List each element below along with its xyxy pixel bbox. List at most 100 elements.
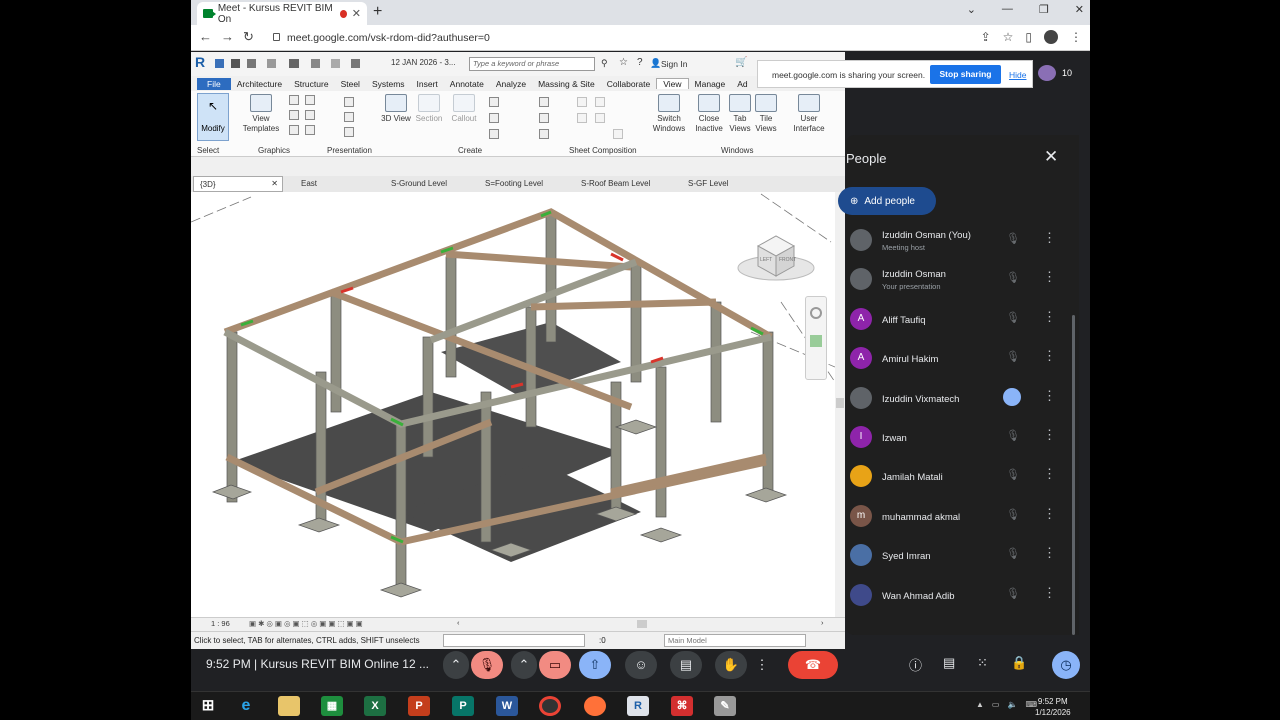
reload-icon[interactable]: ↻ — [243, 29, 254, 45]
timer-icon[interactable]: ◷ — [1052, 651, 1080, 679]
mic-muted-icon[interactable]: 🎙 — [1006, 271, 1020, 285]
drafting-icon[interactable] — [489, 129, 499, 139]
view-tab-ground-level[interactable]: S-Ground Level — [391, 179, 447, 188]
participant-more-icon[interactable]: ⋮ — [1043, 506, 1056, 522]
participant-row[interactable]: Syed Imran 🎙 ⋮ — [846, 537, 1066, 576]
close-inactive-button[interactable]: Close Inactive — [691, 94, 727, 134]
browser-tab[interactable]: Meet - Kursus REVIT BIM On ✕ — [197, 2, 367, 25]
mic-muted-icon[interactable]: 🎙 — [1006, 508, 1020, 522]
star-icon[interactable]: ☆ — [619, 57, 628, 68]
horizontal-scroll-thumb[interactable] — [637, 620, 647, 628]
activities-icon[interactable]: ⁙ — [977, 655, 988, 671]
captions-button[interactable]: ▤ — [670, 651, 702, 679]
mic-muted-icon[interactable]: 🎙 — [1006, 429, 1020, 443]
quick-access-icons[interactable] — [215, 57, 375, 71]
menu-insert[interactable]: Insert — [411, 79, 444, 89]
view-tab-3d[interactable]: {3D} ✕ — [193, 176, 283, 192]
present-screen-button[interactable]: ⇧ — [579, 651, 611, 679]
camera-off-button[interactable]: ▭ — [539, 651, 571, 679]
back-icon[interactable]: ← — [199, 29, 212, 44]
view-control-icons[interactable]: ▣✱◎▣◎▣⬚◎▣▣⬚▣▣ — [249, 619, 365, 628]
mic-muted-icon[interactable]: 🎙 — [1006, 547, 1020, 561]
mic-muted-icon[interactable]: 🎙 — [1006, 587, 1020, 601]
elevation-icon[interactable] — [489, 113, 499, 123]
cut-profile-icon[interactable] — [289, 125, 299, 135]
revit-logo[interactable]: R — [195, 54, 205, 70]
meeting-info-icon[interactable]: ⓘ — [909, 655, 922, 674]
menu-kebab-icon[interactable]: ⋮ — [1070, 30, 1082, 44]
tray-chevron-icon[interactable]: ▲ — [976, 700, 984, 709]
zoom-icon[interactable] — [810, 335, 822, 347]
audio-options-chevron-icon[interactable]: ⌃ — [443, 651, 469, 679]
network-icon[interactable]: ▭ — [992, 700, 1000, 709]
mic-off-button[interactable]: 🎙 — [471, 651, 503, 679]
revisions-icon[interactable] — [595, 113, 605, 123]
bookmark-star-icon[interactable]: ☆ — [1003, 30, 1014, 44]
scroll-thumb[interactable] — [836, 398, 844, 408]
render-icon[interactable] — [305, 125, 315, 135]
close-view-icon[interactable]: ✕ — [271, 179, 278, 188]
menu-view[interactable]: View — [656, 78, 689, 89]
participant-row[interactable]: A Aliff Taufiq 🎙 ⋮ — [846, 301, 1066, 340]
close-tab-icon[interactable]: ✕ — [352, 7, 361, 20]
participant-more-icon[interactable]: ⋮ — [1043, 309, 1056, 325]
legends-icon[interactable] — [539, 113, 549, 123]
panel-scrollbar[interactable] — [1072, 315, 1075, 635]
stop-sharing-button[interactable]: Stop sharing — [930, 65, 1001, 84]
thin-lines-icon[interactable] — [289, 110, 299, 120]
menu-annotate[interactable]: Annotate — [444, 79, 490, 89]
spreadsheet-app-icon[interactable]: ▦ — [321, 696, 343, 716]
minimize-icon[interactable]: — — [1002, 3, 1013, 16]
view-tab-gf-level[interactable]: S-GF Level — [688, 179, 728, 188]
mic-muted-icon[interactable]: 🎙 — [1006, 232, 1020, 246]
leave-call-button[interactable]: ☎ — [788, 651, 838, 679]
participant-row[interactable]: A Amirul Hakim 🎙 ⋮ — [846, 340, 1066, 379]
participant-counter[interactable]: 10 — [1038, 65, 1072, 81]
schedules-icon[interactable] — [539, 97, 549, 107]
3d-viewport[interactable]: LEFT FRONT — [191, 192, 836, 617]
address-input[interactable]: meet.google.com/vsk-rdom-did?authuser=0 — [269, 28, 1019, 48]
menu-addins[interactable]: Ad — [731, 79, 753, 89]
mic-muted-icon[interactable]: 🎙 — [1006, 468, 1020, 482]
tile-views-button[interactable]: Tile Views — [753, 94, 779, 134]
sign-in-link[interactable]: Sign In — [661, 59, 687, 69]
participant-row[interactable]: m muhammad akmal 🎙 ⋮ — [846, 498, 1066, 537]
close-window-icon[interactable]: ✕ — [1075, 3, 1084, 16]
section-button[interactable]: Section — [413, 94, 445, 124]
taskbar-clock[interactable]: 9:52 PM 1/12/2026 — [1035, 696, 1071, 718]
menu-structure[interactable]: Structure — [288, 79, 335, 89]
misc-app-icon[interactable]: ✎ — [714, 696, 736, 716]
participant-row[interactable]: Wan Ahmad Adib 🎙 ⋮ — [846, 577, 1066, 616]
view-templates-button[interactable]: View Templates — [239, 94, 283, 134]
file-explorer-icon[interactable] — [278, 696, 300, 716]
sheet-icon[interactable] — [577, 97, 587, 107]
scale-label[interactable]: 1 : 96 — [211, 619, 230, 628]
raise-hand-button[interactable]: ✋ — [715, 651, 747, 679]
revit-taskbar-icon[interactable]: R — [627, 696, 649, 716]
powerpoint-icon[interactable]: P — [408, 696, 430, 716]
workset-dropdown[interactable] — [443, 634, 585, 647]
menu-systems[interactable]: Systems — [366, 79, 411, 89]
filters-icon[interactable] — [305, 95, 315, 105]
view-reference-icon[interactable] — [613, 129, 623, 139]
viewcube[interactable]: LEFT FRONT — [736, 228, 832, 288]
volume-icon[interactable]: 🔈 — [1007, 700, 1017, 709]
word-icon[interactable]: W — [496, 696, 518, 716]
menu-collaborate[interactable]: Collaborate — [601, 79, 656, 89]
add-people-button[interactable]: ⊕ Add people — [838, 187, 936, 215]
callout-button[interactable]: Callout — [447, 94, 481, 124]
more-options-icon[interactable]: ⋮ — [753, 651, 771, 679]
keyword-search-input[interactable]: Type a keyword or phrase — [469, 57, 595, 71]
share-icon[interactable]: ⇪ — [981, 30, 991, 44]
restore-icon[interactable]: ❐ — [1039, 3, 1049, 16]
placeholder-sheet-icon[interactable] — [595, 97, 605, 107]
participant-row[interactable]: Izuddin Osman (You) Meeting host 🎙 ⋮ — [846, 222, 1066, 261]
participant-row[interactable]: Jamilah Matali 🎙 ⋮ — [846, 458, 1066, 497]
participant-more-icon[interactable]: ⋮ — [1043, 585, 1056, 601]
mic-muted-icon[interactable]: 🎙 — [1006, 311, 1020, 325]
hide-banner-link[interactable]: Hide — [1009, 70, 1026, 80]
speaking-indicator-icon[interactable] — [1003, 387, 1021, 406]
menu-massing-site[interactable]: Massing & Site — [532, 79, 601, 89]
emoji-button[interactable]: ☺ — [625, 651, 657, 679]
participant-more-icon[interactable]: ⋮ — [1043, 348, 1056, 364]
